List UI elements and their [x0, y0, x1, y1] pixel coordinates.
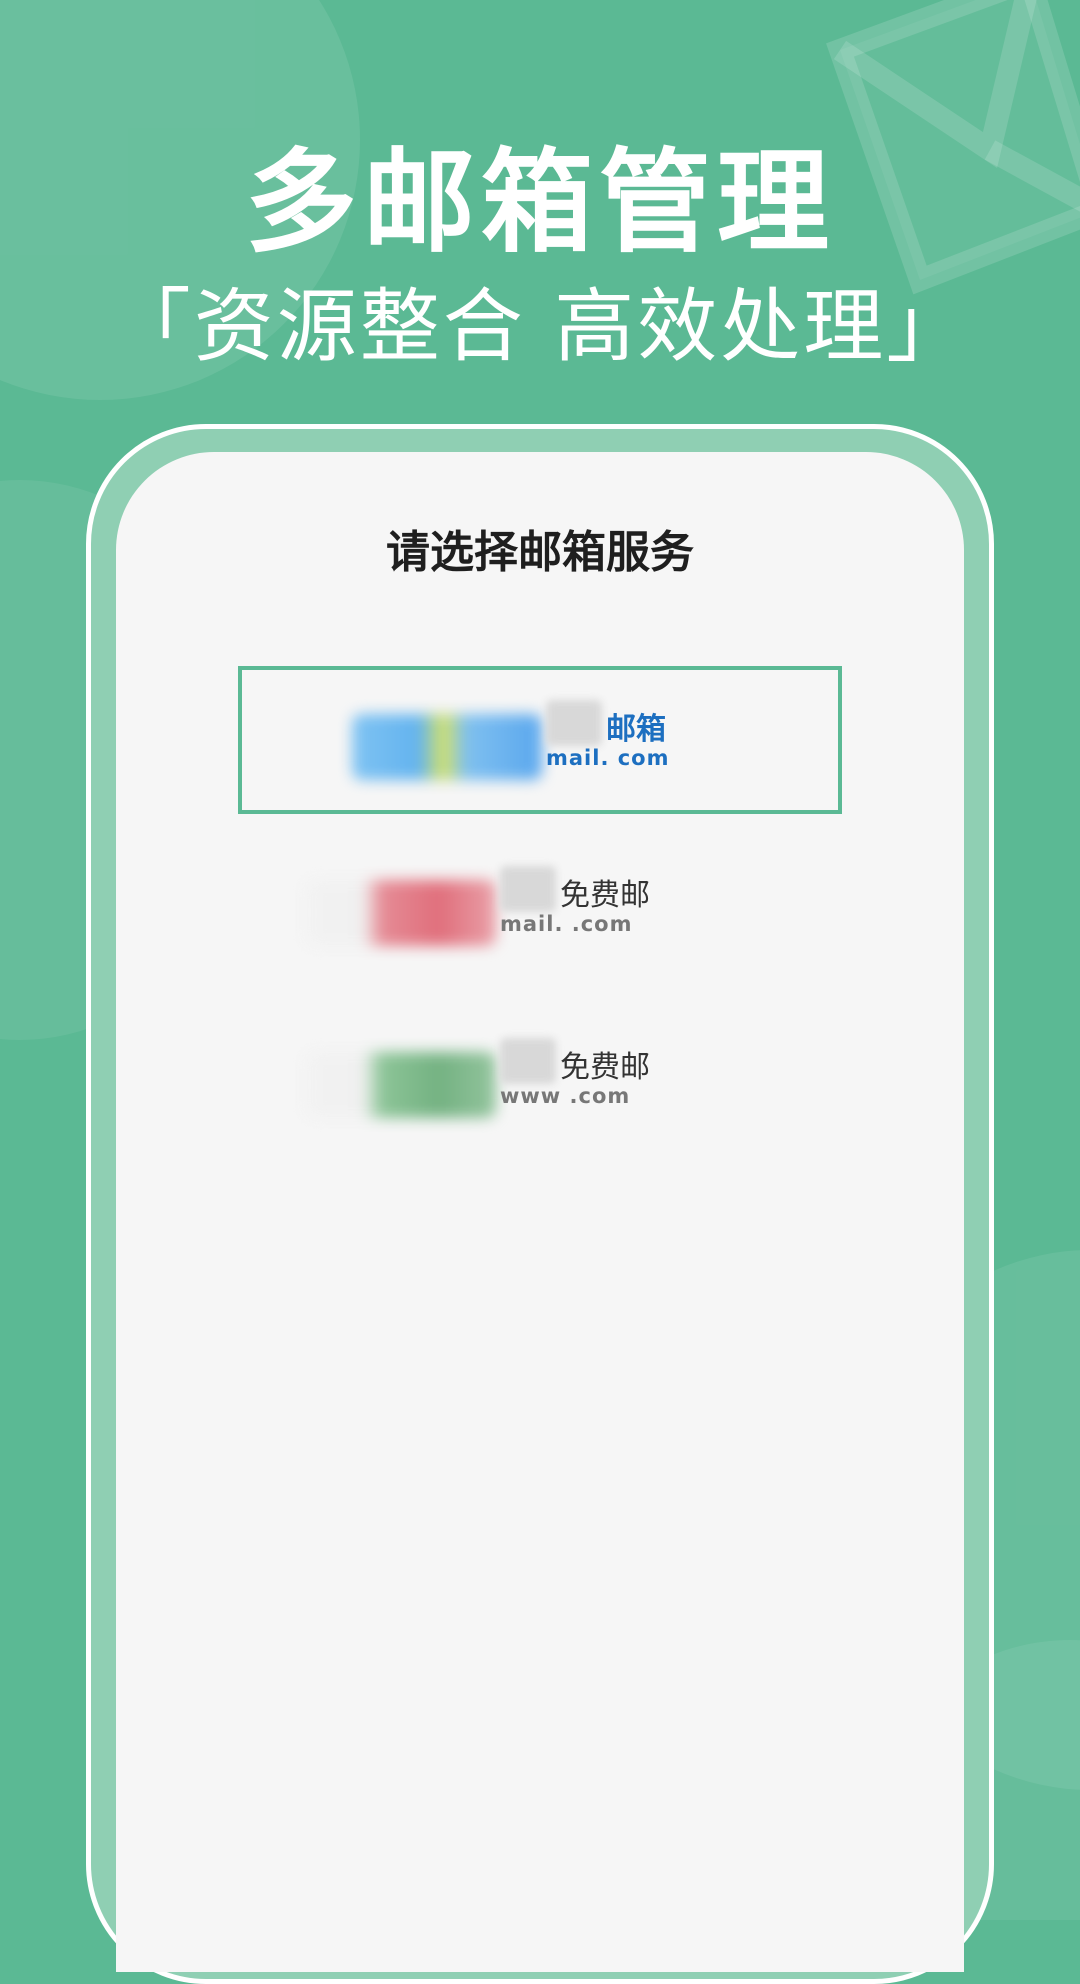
provider-option-1[interactable]: 邮箱 mail. com	[238, 666, 842, 814]
phone-screen: 请选择邮箱服务 邮箱 mail. com 免费邮 mail. .com 免费邮 …	[116, 452, 964, 1972]
provider-logo-image	[306, 1052, 496, 1118]
provider-option-3[interactable]: 免费邮 www .com	[238, 1008, 842, 1156]
provider-logo-image	[352, 714, 542, 780]
provider-option-2[interactable]: 免费邮 mail. .com	[238, 836, 842, 984]
provider-name-redacted	[500, 866, 556, 912]
subline: 「资源整合 高效处理」	[110, 280, 970, 373]
provider-domain: mail. .com	[500, 912, 633, 936]
provider-brand: 免费邮	[560, 878, 650, 913]
provider-logo-image	[306, 880, 496, 946]
headline: 多邮箱管理	[245, 138, 835, 268]
provider-name-redacted	[500, 1038, 556, 1084]
provider-domain: www .com	[500, 1084, 631, 1108]
provider-brand: 免费邮	[560, 1050, 650, 1085]
provider-brand: 邮箱	[606, 712, 666, 747]
provider-name-redacted	[546, 700, 602, 746]
provider-domain: mail. com	[546, 746, 670, 770]
screen-title: 请选择邮箱服务	[386, 527, 694, 578]
